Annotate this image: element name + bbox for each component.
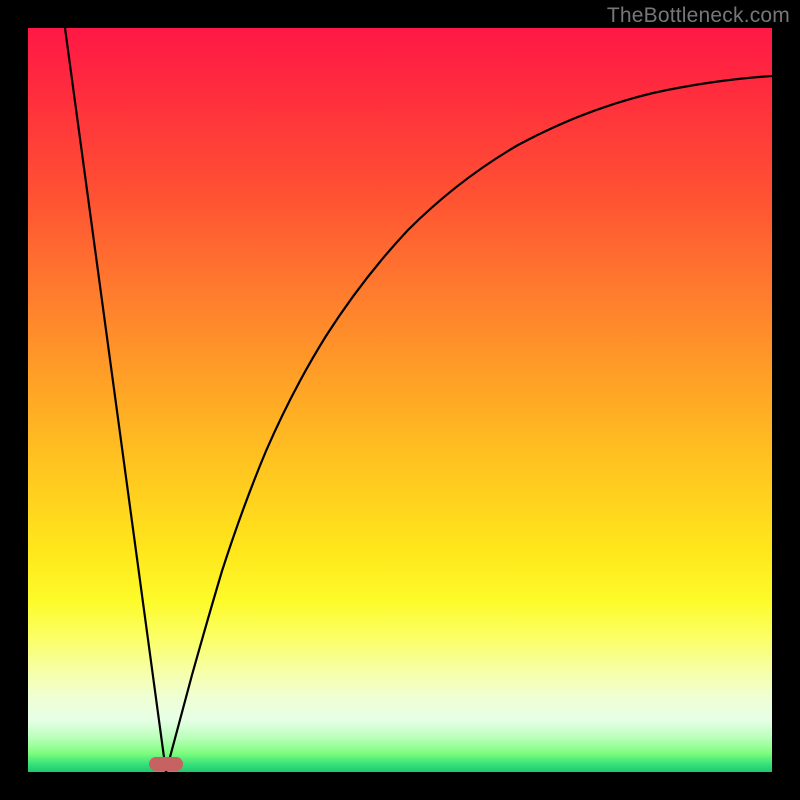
curve-left-branch	[65, 28, 166, 772]
curve-overlay	[28, 28, 772, 772]
plot-area	[28, 28, 772, 772]
curve-right-branch	[166, 76, 772, 772]
chart-stage: TheBottleneck.com	[0, 0, 800, 800]
optimum-marker	[149, 757, 183, 771]
watermark-text: TheBottleneck.com	[607, 4, 790, 28]
